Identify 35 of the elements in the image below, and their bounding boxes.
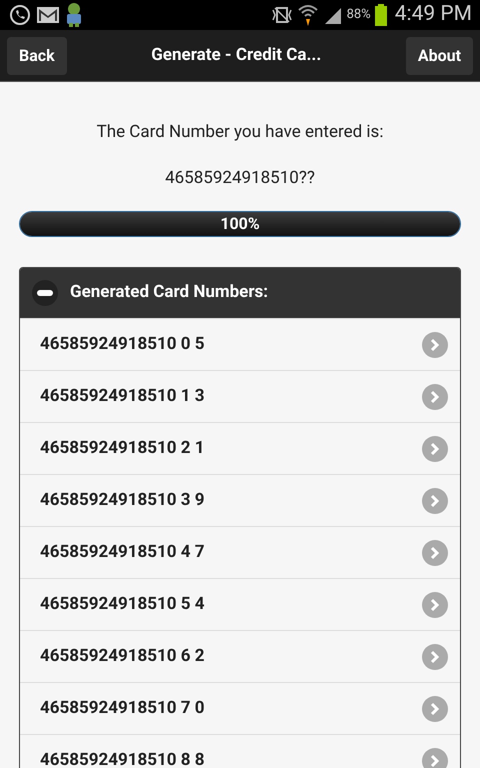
battery-icon: [374, 4, 387, 26]
chevron-right-icon: [422, 644, 448, 670]
card-number: 46585924918510 0 5: [40, 332, 205, 356]
back-button[interactable]: Back: [7, 36, 67, 74]
chevron-right-icon: [422, 748, 448, 768]
card-number: 46585924918510 6 2: [40, 644, 205, 668]
chevron-right-icon: [422, 488, 448, 514]
page-title: Generate - Credit Ca...: [151, 44, 322, 67]
card-number-row[interactable]: 46585924918510 8 8: [20, 734, 460, 768]
entered-number: 46585924918510??: [164, 166, 316, 190]
intro-text: The Card Number you have entered is:: [96, 121, 384, 144]
chevron-right-icon: [422, 436, 448, 462]
chevron-right-icon: [422, 332, 448, 358]
clock: 4:49 PM: [394, 1, 472, 28]
wifi-icon: [296, 3, 319, 27]
card-number: 46585924918510 8 8: [40, 748, 205, 768]
card-number: 46585924918510 5 4: [40, 592, 205, 616]
progress-label: 100%: [219, 213, 261, 235]
card-number: 46585924918510 2 1: [40, 436, 205, 460]
chevron-right-icon: [422, 540, 448, 566]
about-button[interactable]: About: [406, 36, 473, 74]
card-number: 46585924918510 7 0: [40, 696, 205, 720]
card-number: 46585924918510 4 7: [40, 540, 205, 564]
card-number: 46585924918510 3 9: [40, 488, 205, 512]
results-header[interactable]: Generated Card Numbers:: [20, 268, 460, 318]
mail-icon: [36, 5, 60, 25]
chevron-right-icon: [422, 696, 448, 722]
card-number: 46585924918510 1 3: [40, 384, 205, 408]
battery-percent: 88%: [346, 6, 371, 24]
robot-icon: [64, 2, 84, 28]
phone-chat-icon: [8, 3, 32, 27]
chevron-right-icon: [422, 592, 448, 618]
vibrate-icon: [270, 6, 293, 24]
chevron-right-icon: [422, 384, 448, 410]
results-title: Generated Card Numbers:: [70, 281, 268, 304]
